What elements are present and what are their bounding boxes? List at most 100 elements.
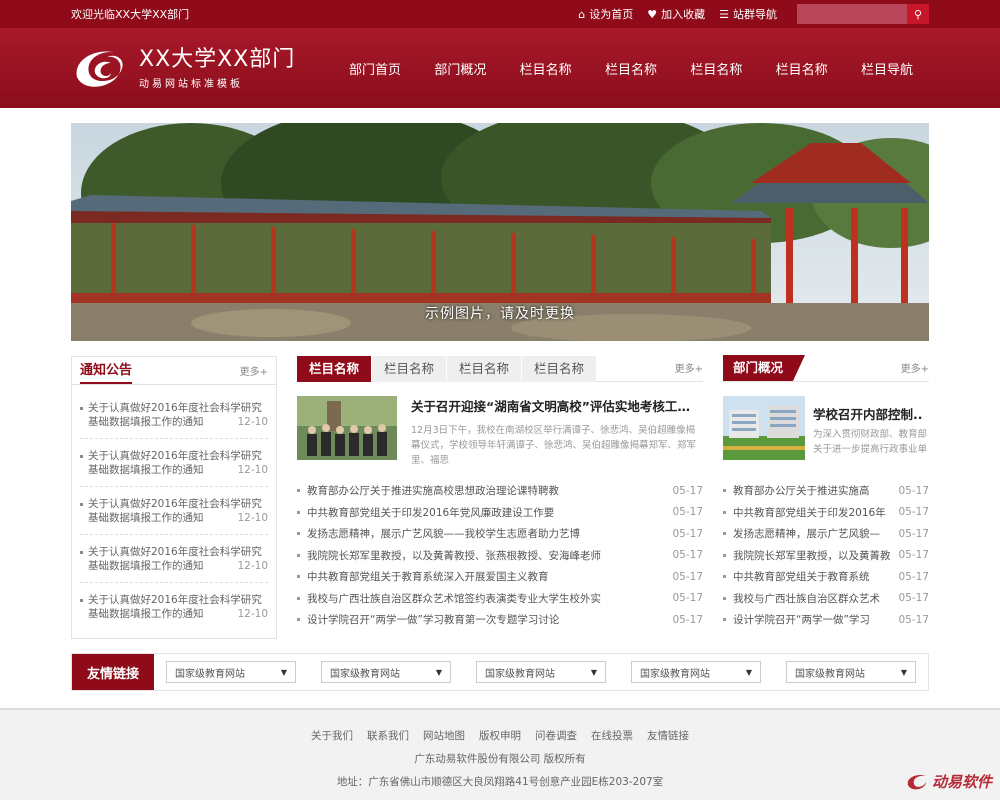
news-item-date: 05-17 xyxy=(898,527,929,540)
search-button[interactable]: ⚲ xyxy=(907,4,929,24)
news-item-title: 我校与广西壮族自治区群众艺术 xyxy=(723,591,880,606)
top-bar: 欢迎光临XX大学XX部门 ⌂ 设为首页 ♥ 加入收藏 ☰ 站群导航 ⚲ xyxy=(0,0,1000,28)
news-item-title: 发扬志愿精神，展示广艺风貌——我校学生志愿者助力艺博 xyxy=(297,526,580,541)
dept-news-item[interactable]: 教育部办公厅关于推进实施高 05-17 xyxy=(723,480,929,502)
notice-item-date: 12-10 xyxy=(237,608,268,620)
news-item[interactable]: 中共教育部党组关于印发2016年党风廉政建设工作要 05-17 xyxy=(297,502,703,524)
news-item-title: 发扬志愿精神，展示广艺风貌— xyxy=(723,526,880,541)
logo-subtitle: 动易网站标准模板 xyxy=(139,78,243,90)
news-item[interactable]: 发扬志愿精神，展示广艺风貌——我校学生志愿者助力艺博 05-17 xyxy=(297,523,703,545)
dept-overview: 部门概况 更多+ 学校召开内部控制... 为深入贯彻财政部、教育部关于进一步提高… xyxy=(723,355,929,639)
news-item-title: 教育部办公厅关于推进实施高 xyxy=(723,483,870,498)
friend-links: 友情链接 国家级教育网站 ▼ 国家级教育网站 ▼ 国家级教育网站 ▼ 国家级教育网站 ▼… xyxy=(71,653,929,691)
main-nav: 部门首页 部门概况 栏目名称 栏目名称 栏目名称 栏目名称 栏目导航 xyxy=(333,59,929,78)
news-item-title: 中共教育部党组关于教育系统 xyxy=(723,569,870,584)
logo-title: XX大学XX部门 xyxy=(139,46,296,72)
dept-news-item[interactable]: 设计学院召开“两学一做”学习 05-17 xyxy=(723,609,929,631)
notice-item-date: 12-10 xyxy=(237,560,268,572)
logo[interactable]: XX大学XX部门 动易网站标准模板 xyxy=(71,43,333,93)
search-input[interactable] xyxy=(797,4,907,24)
dropdown-arrow-icon: ▼ xyxy=(590,667,597,677)
footer-link-contact[interactable]: 联系我们 xyxy=(367,728,409,743)
nav-item-column-1[interactable]: 栏目名称 xyxy=(516,59,576,78)
notice-item[interactable]: 关于认真做好2016年度社会科学研究基础数据填报工作的通知 12-10 xyxy=(80,439,268,487)
dept-news-item[interactable]: 发扬志愿精神，展示广艺风貌— 05-17 xyxy=(723,523,929,545)
column-news: 栏目名称 栏目名称 栏目名称 栏目名称 更多+ 关于召开迎接“湖南省文明高校”评… xyxy=(297,356,703,639)
footer-copyright: 广东动易软件股份有限公司 版权所有 xyxy=(414,753,586,765)
dept-news-item[interactable]: 我院院长郑军里教授，以及黄菁教 05-17 xyxy=(723,545,929,567)
notice-item[interactable]: 关于认真做好2016年度社会科学研究基础数据填报工作的通知 12-10 xyxy=(80,535,268,583)
search-box: ⚲ xyxy=(797,4,929,24)
footer-link-vote[interactable]: 在线投票 xyxy=(591,728,633,743)
news-item-date: 05-17 xyxy=(672,549,703,562)
news-item-date: 05-17 xyxy=(898,592,929,605)
news-item[interactable]: 设计学院召开“两学一做”学习教育第一次专题学习讨论 05-17 xyxy=(297,609,703,631)
site-nav-link[interactable]: ☰ 站群导航 xyxy=(719,6,777,22)
site-nav-label: 站群导航 xyxy=(733,8,777,21)
dept-news-list: 教育部办公厅关于推进实施高 05-17 中共教育部党组关于印发2016年 05-17… xyxy=(723,480,929,631)
friend-link-select[interactable]: 国家级教育网站 ▼ xyxy=(476,661,606,683)
nav-item-home[interactable]: 部门首页 xyxy=(345,59,405,78)
footer-link-copyright[interactable]: 版权申明 xyxy=(479,728,521,743)
dept-news-item[interactable]: 中共教育部党组关于教育系统 05-17 xyxy=(723,566,929,588)
friend-link-select[interactable]: 国家级教育网站 ▼ xyxy=(166,661,296,683)
dept-featured[interactable]: 学校召开内部控制... 为深入贯彻财政部、教育部关于进一步提高行政事业单 xyxy=(723,396,929,460)
nav-item-column-4[interactable]: 栏目名称 xyxy=(772,59,832,78)
footer-link-sitemap[interactable]: 网站地图 xyxy=(423,728,465,743)
footer-link-about[interactable]: 关于我们 xyxy=(311,728,353,743)
dept-news-item[interactable]: 我校与广西壮族自治区群众艺术 05-17 xyxy=(723,588,929,610)
featured-news-image[interactable] xyxy=(297,396,397,460)
news-item[interactable]: 教育部办公厅关于推进实施高校思想政治理论课特聘教 05-17 xyxy=(297,480,703,502)
dept-featured-title[interactable]: 学校召开内部控制... xyxy=(813,404,923,423)
nav-item-overview[interactable]: 部门概况 xyxy=(430,59,490,78)
news-item-date: 05-17 xyxy=(898,484,929,497)
news-item-date: 05-17 xyxy=(898,549,929,562)
set-home-link[interactable]: ⌂ 设为首页 xyxy=(578,6,633,22)
notice-item[interactable]: 关于认真做好2016年度社会科学研究基础数据填报工作的通知 12-10 xyxy=(80,487,268,535)
dept-featured-image[interactable] xyxy=(723,396,805,460)
featured-news-summary: 12月3日下午，我校在南湖校区举行满谭子、徐悲鸿、吴伯超雕像揭幕仪式，学校领导年… xyxy=(411,425,697,466)
dept-news-item[interactable]: 中共教育部党组关于印发2016年 05-17 xyxy=(723,502,929,524)
news-item-title: 设计学院召开“两学一做”学习 xyxy=(723,612,870,627)
nav-item-column-3[interactable]: 栏目名称 xyxy=(686,59,746,78)
add-favorite-label: 加入收藏 xyxy=(661,8,706,21)
tab-column-4[interactable]: 栏目名称 xyxy=(522,356,596,382)
news-item[interactable]: 我院院长郑军里教授，以及黄菁教授、张燕根教授、安海峰老师 05-17 xyxy=(297,545,703,567)
friend-link-select[interactable]: 国家级教育网站 ▼ xyxy=(631,661,761,683)
header: XX大学XX部门 动易网站标准模板 部门首页 部门概况 栏目名称 栏目名称 栏目… xyxy=(0,28,1000,108)
dept-more-link[interactable]: 更多+ xyxy=(901,360,929,381)
column-more-link[interactable]: 更多+ xyxy=(675,360,703,381)
friend-link-select-value: 国家级教育网站 xyxy=(795,668,865,680)
nav-item-column-nav[interactable]: 栏目导航 xyxy=(857,59,917,78)
friend-link-select[interactable]: 国家级教育网站 ▼ xyxy=(321,661,451,683)
notice-more-link[interactable]: 更多+ xyxy=(240,363,268,384)
notice-item[interactable]: 关于认真做好2016年度社会科学研究基础数据填报工作的通知 12-10 xyxy=(80,391,268,439)
logo-swirl-icon xyxy=(76,51,123,87)
footer-link-survey[interactable]: 问卷调查 xyxy=(535,728,577,743)
dropdown-arrow-icon: ▼ xyxy=(435,667,442,677)
tab-column-1[interactable]: 栏目名称 xyxy=(297,356,371,382)
featured-news-title[interactable]: 关于召开迎接“湖南省文明高校”评估实地考核工作部... xyxy=(411,396,701,415)
news-item-date: 05-17 xyxy=(898,613,929,626)
tab-column-2[interactable]: 栏目名称 xyxy=(372,356,446,382)
news-item[interactable]: 我校与广西壮族自治区群众艺术馆签约表演类专业大学生校外实 05-17 xyxy=(297,588,703,610)
nav-item-column-2[interactable]: 栏目名称 xyxy=(601,59,661,78)
banner[interactable]: 示例图片，请及时更换 xyxy=(71,123,929,341)
welcome-text: 欢迎光临XX大学XX部门 xyxy=(71,8,190,21)
news-item-date: 05-17 xyxy=(672,570,703,583)
list-icon: ☰ xyxy=(719,7,729,21)
footer-link-friends[interactable]: 友情链接 xyxy=(647,728,689,743)
friend-link-select[interactable]: 国家级教育网站 ▼ xyxy=(786,661,916,683)
notice-item-date: 12-10 xyxy=(237,512,268,524)
brand-logo-icon xyxy=(907,774,926,789)
news-item-date: 05-17 xyxy=(672,592,703,605)
tab-column-3[interactable]: 栏目名称 xyxy=(447,356,521,382)
featured-news[interactable]: 关于召开迎接“湖南省文明高校”评估实地考核工作部... 12月3日下午，我校在南… xyxy=(297,396,703,466)
friend-links-title: 友情链接 xyxy=(72,654,154,690)
friend-link-select-value: 国家级教育网站 xyxy=(485,668,555,680)
footer: 关于我们 联系我们 网站地图 版权申明 问卷调查 在线投票 友情链接 广东动易软… xyxy=(0,708,1000,800)
add-favorite-link[interactable]: ♥ 加入收藏 xyxy=(647,6,705,22)
notice-item[interactable]: 关于认真做好2016年度社会科学研究基础数据填报工作的通知 12-10 xyxy=(80,583,268,630)
news-item[interactable]: 中共教育部党组关于教育系统深入开展爱国主义教育 05-17 xyxy=(297,566,703,588)
notice-item-date: 12-10 xyxy=(237,416,268,428)
